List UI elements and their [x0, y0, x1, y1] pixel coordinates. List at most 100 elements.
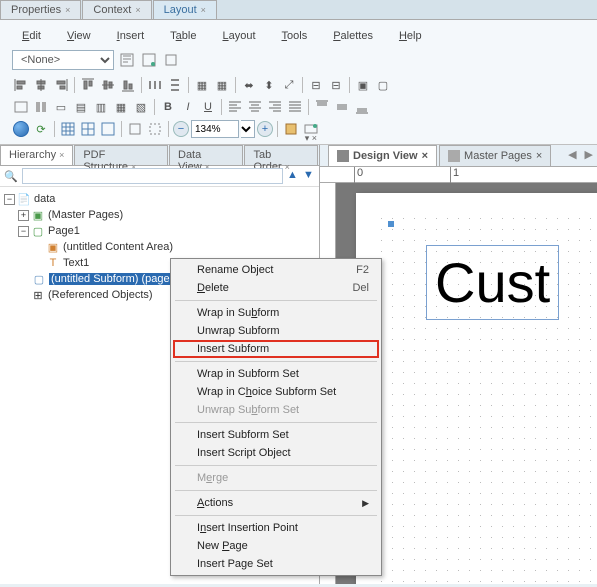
menu-insert-subform-set[interactable]: Insert Subform Set: [173, 426, 379, 444]
menu-rename-object[interactable]: Rename ObjectF2: [173, 261, 379, 279]
font-icon-2[interactable]: [32, 98, 50, 116]
text-align-justify-icon[interactable]: [286, 98, 304, 116]
tab-pdf-structure[interactable]: PDF Structure×: [74, 145, 168, 165]
snap-icon-2[interactable]: [146, 120, 164, 138]
menu-wrap-subform-set[interactable]: Wrap in Subform Set: [173, 365, 379, 383]
search-icon[interactable]: 🔍: [4, 170, 18, 183]
size-icon-2[interactable]: ⬍: [260, 76, 278, 94]
menu-insert-page-set[interactable]: Insert Page Set: [173, 555, 379, 573]
size-icon-1[interactable]: ⬌: [240, 76, 258, 94]
distribute-v-icon[interactable]: [166, 76, 184, 94]
search-down-icon[interactable]: ▼: [303, 169, 315, 183]
grid-icon-1[interactable]: [59, 120, 77, 138]
bold-icon[interactable]: B: [159, 98, 177, 116]
menu-help[interactable]: Help: [399, 30, 422, 42]
ungroup-icon[interactable]: ▢: [374, 76, 392, 94]
close-icon[interactable]: ×: [536, 150, 542, 162]
tab-hierarchy[interactable]: Hierarchy×: [0, 145, 73, 165]
valign-top-icon[interactable]: [313, 98, 331, 116]
font-icon-4[interactable]: ▤: [72, 98, 90, 116]
close-icon[interactable]: ×: [65, 5, 70, 15]
text-align-left-icon[interactable]: [226, 98, 244, 116]
expand-icon[interactable]: +: [18, 210, 29, 221]
page[interactable]: Cust: [356, 193, 597, 584]
text-align-right-icon[interactable]: [266, 98, 284, 116]
tree-node-master-pages[interactable]: +▣(Master Pages): [2, 207, 317, 223]
menu-insert-subform[interactable]: Insert Subform: [173, 340, 379, 358]
tree-node-content-area[interactable]: ▣(untitled Content Area): [2, 239, 317, 255]
menu-wrap-subform[interactable]: Wrap in Subform: [173, 304, 379, 322]
menu-view[interactable]: View: [67, 30, 91, 42]
grid-icon-3[interactable]: [99, 120, 117, 138]
zoom-out-icon[interactable]: −: [173, 121, 189, 137]
text-align-center-icon[interactable]: [246, 98, 264, 116]
zoom-in-icon[interactable]: +: [257, 121, 273, 137]
align-right-icon[interactable]: [52, 76, 70, 94]
tab-context[interactable]: Context×: [82, 0, 151, 19]
tab-data-view[interactable]: Data View×: [169, 145, 243, 165]
center-v-icon[interactable]: ⊟: [327, 76, 345, 94]
group-icon[interactable]: ▣: [354, 76, 372, 94]
zoom-input[interactable]: [191, 120, 239, 138]
underline-icon[interactable]: U: [199, 98, 217, 116]
font-icon-7[interactable]: ▧: [132, 98, 150, 116]
view-icon-1[interactable]: [282, 120, 300, 138]
style-select[interactable]: <None>: [12, 50, 114, 70]
size-icon-3[interactable]: ⤢: [280, 76, 298, 94]
font-icon-6[interactable]: ▦: [112, 98, 130, 116]
font-icon-3[interactable]: ▭: [52, 98, 70, 116]
tab-design-view[interactable]: Design View×: [328, 145, 437, 166]
style-icon-3[interactable]: [162, 51, 180, 69]
spacing-icon-1[interactable]: ▦: [193, 76, 211, 94]
align-middle-icon[interactable]: [99, 76, 117, 94]
menu-palettes[interactable]: Palettes: [333, 30, 373, 42]
collapse-icon[interactable]: −: [4, 194, 15, 205]
tab-scroll-left-icon[interactable]: ◀: [564, 145, 580, 166]
menu-table[interactable]: Table: [170, 30, 196, 42]
tab-tab-order[interactable]: Tab Order×: [244, 145, 318, 165]
menu-actions[interactable]: Actions▶: [173, 494, 379, 512]
align-left-icon[interactable]: [12, 76, 30, 94]
align-top-icon[interactable]: [79, 76, 97, 94]
tree-node-root[interactable]: −📄data: [2, 191, 317, 207]
menu-insert[interactable]: Insert: [117, 30, 145, 42]
align-bottom-icon[interactable]: [119, 76, 137, 94]
menu-delete[interactable]: DeleteDel: [173, 279, 379, 297]
valign-bottom-icon[interactable]: [353, 98, 371, 116]
menu-insert-insertion-point[interactable]: Insert Insertion Point: [173, 519, 379, 537]
collapse-icon[interactable]: −: [18, 226, 29, 237]
panel-menu-icon[interactable]: ▾ ×: [305, 133, 317, 144]
tab-scroll-right-icon[interactable]: ▶: [581, 145, 597, 166]
italic-icon[interactable]: I: [179, 98, 197, 116]
menu-new-page[interactable]: New Page: [173, 537, 379, 555]
menu-unwrap-subform[interactable]: Unwrap Subform: [173, 322, 379, 340]
center-h-icon[interactable]: ⊟: [307, 76, 325, 94]
align-center-h-icon[interactable]: [32, 76, 50, 94]
menu-tools[interactable]: Tools: [282, 30, 308, 42]
font-icon-1[interactable]: [12, 98, 30, 116]
zoom-select[interactable]: [241, 120, 255, 138]
search-up-icon[interactable]: ▲: [287, 169, 299, 183]
menu-insert-script-object[interactable]: Insert Script Object: [173, 444, 379, 462]
close-icon[interactable]: ×: [59, 150, 64, 160]
menu-layout[interactable]: Layout: [222, 30, 255, 42]
style-icon-1[interactable]: [118, 51, 136, 69]
tab-properties[interactable]: Properties×: [0, 0, 81, 19]
tab-layout[interactable]: Layout×: [153, 0, 217, 19]
snap-icon-1[interactable]: [126, 120, 144, 138]
globe-icon[interactable]: [12, 120, 30, 138]
selection-handle-icon[interactable]: [388, 221, 394, 227]
tree-node-page1[interactable]: −▢Page1: [2, 223, 317, 239]
valign-middle-icon[interactable]: [333, 98, 351, 116]
hierarchy-search-input[interactable]: [22, 168, 283, 184]
menu-wrap-choice-subform-set[interactable]: Wrap in Choice Subform Set: [173, 383, 379, 401]
close-icon[interactable]: ×: [201, 5, 206, 15]
style-icon-2[interactable]: [140, 51, 158, 69]
font-icon-5[interactable]: ▥: [92, 98, 110, 116]
tab-master-pages[interactable]: Master Pages×: [439, 145, 551, 166]
spacing-icon-2[interactable]: ▦: [213, 76, 231, 94]
distribute-h-icon[interactable]: [146, 76, 164, 94]
text-object[interactable]: Cust: [426, 245, 559, 320]
grid-icon-2[interactable]: [79, 120, 97, 138]
refresh-icon[interactable]: ⟳: [32, 120, 50, 138]
